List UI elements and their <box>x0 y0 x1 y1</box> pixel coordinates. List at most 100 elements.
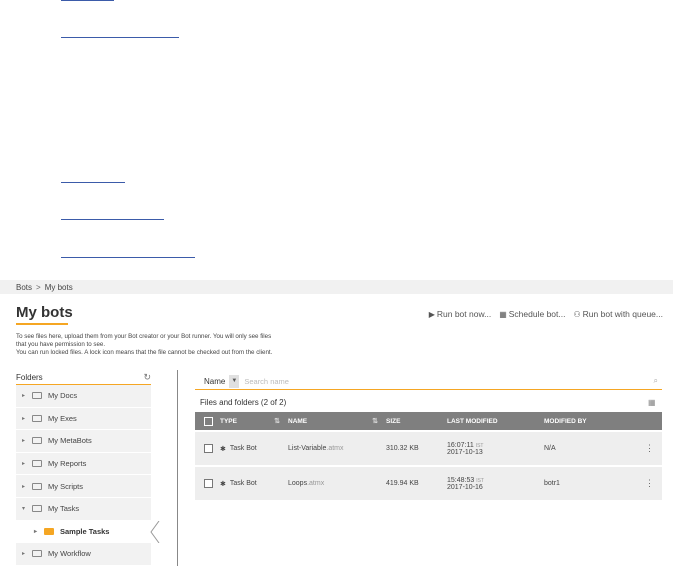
run-bot-now-label: Run bot now... <box>436 309 492 319</box>
folder-my-workflow[interactable]: ▸ My Workflow <box>16 543 151 566</box>
chevron-down-icon[interactable]: ▾ <box>22 505 32 512</box>
schedule-bot-label: Schedule bot... <box>508 309 566 319</box>
folder-label: My Workflow <box>48 549 91 559</box>
more-options-icon[interactable]: ⋮ <box>645 443 657 454</box>
grid-view-icon[interactable]: ▦ <box>648 398 656 407</box>
table-row[interactable]: ✱ Task Bot List-Variable .atmx 310.32 KB … <box>195 432 662 465</box>
help-line: that you have permission to see. <box>16 341 106 348</box>
files-table: TYPE ⇅ NAME ⇅ SIZE LAST MODIFIED MODIFIE… <box>195 412 662 500</box>
folder-my-reports[interactable]: ▸ My Reports <box>16 452 151 476</box>
folder-open-icon <box>32 505 42 513</box>
header-actions: ▶ Run bot now... ▦ Schedule bot... ⚇ Run… <box>429 309 663 319</box>
search-input[interactable] <box>244 376 654 386</box>
column-header-name[interactable]: NAME <box>288 418 307 425</box>
folder-label: My MetaBots <box>48 436 92 446</box>
folder-my-metabots[interactable]: ▸ My MetaBots <box>16 430 151 453</box>
chevron-right-icon[interactable]: ▸ <box>22 415 32 422</box>
help-text: To see files here, upload them from your… <box>16 333 316 357</box>
folder-label: My Docs <box>48 391 78 401</box>
folder-label: Sample Tasks <box>60 526 110 536</box>
queue-icon: ⚇ <box>573 309 581 319</box>
task-bot-icon: ✱ <box>220 445 226 453</box>
folder-icon <box>32 414 42 422</box>
folder-icon <box>32 437 42 445</box>
folder-icon <box>32 460 42 468</box>
chevron-right-icon[interactable]: ▸ <box>22 392 32 399</box>
run-bot-now-button[interactable]: ▶ Run bot now... <box>429 309 492 319</box>
sort-icon[interactable]: ⇅ <box>372 417 378 425</box>
row-type: Task Bot <box>229 480 257 487</box>
link-underline[interactable] <box>61 0 114 1</box>
row-date: 2017-10-16 <box>447 483 483 491</box>
refresh-icon[interactable]: ↻ <box>143 372 151 383</box>
run-bot-with-queue-button[interactable]: ⚇ Run bot with queue... <box>573 309 663 319</box>
folder-icon <box>32 482 42 490</box>
folder-my-docs[interactable]: ▸ My Docs <box>16 385 151 408</box>
folder-icon <box>32 392 42 400</box>
row-time: 16:07:11 <box>447 441 474 449</box>
folder-my-tasks[interactable]: ▾ My Tasks <box>16 497 151 521</box>
row-checkbox[interactable] <box>204 444 213 453</box>
link-underline[interactable] <box>61 219 164 220</box>
help-line: To see files here, upload them from your… <box>16 333 272 340</box>
link-underline[interactable] <box>61 182 125 183</box>
row-ext: .atmx <box>307 480 325 487</box>
link-underline[interactable] <box>61 257 195 258</box>
files-count-title: Files and folders (2 of 2) <box>200 398 287 407</box>
folder-icon <box>32 550 42 558</box>
run-bot-with-queue-label: Run bot with queue... <box>582 309 663 319</box>
row-name[interactable]: List-Variable <box>288 445 326 452</box>
row-modified-by: N/A <box>544 445 556 452</box>
title-underline <box>16 323 68 325</box>
breadcrumb-current: My bots <box>44 283 73 292</box>
row-size: 419.94 KB <box>386 480 419 487</box>
help-line: You can run locked files. A lock icon me… <box>16 349 273 356</box>
folder-tree: ▸ My Docs ▸ My Exes ▸ My MetaBots ▸ My R… <box>16 385 151 566</box>
folders-header: Folders ↻ <box>16 370 151 384</box>
folder-label: My Exes <box>48 413 77 423</box>
table-row[interactable]: ✱ Task Bot Loops .atmx 419.94 KB 15:48:53… <box>195 467 662 500</box>
more-options-icon[interactable]: ⋮ <box>645 478 657 489</box>
calendar-icon: ▦ <box>499 309 507 319</box>
breadcrumb-bar <box>0 280 673 294</box>
folder-icon <box>44 527 54 535</box>
row-date: 2017-10-13 <box>447 448 483 456</box>
search-icon[interactable]: ⌕ <box>654 376 662 386</box>
task-bot-icon: ✱ <box>220 480 226 488</box>
chevron-right-icon[interactable]: ▸ <box>34 528 44 535</box>
column-header-size[interactable]: SIZE <box>386 418 400 425</box>
folder-label: My Scripts <box>48 481 84 491</box>
link-underline[interactable] <box>61 37 179 38</box>
chevron-down-icon[interactable]: ▼ <box>229 374 240 388</box>
row-size: 310.32 KB <box>386 445 419 452</box>
chevron-right-icon[interactable]: ▸ <box>22 437 32 444</box>
chevron-right-icon[interactable]: ▸ <box>22 550 32 557</box>
column-header-last-modified[interactable]: LAST MODIFIED <box>447 418 498 425</box>
panel-divider <box>177 370 178 566</box>
folder-my-scripts[interactable]: ▸ My Scripts <box>16 475 151 498</box>
search-field-select[interactable]: Name ▼ <box>195 374 240 389</box>
schedule-bot-button[interactable]: ▦ Schedule bot... <box>499 309 565 319</box>
folder-label: My Tasks <box>48 504 80 514</box>
row-ext: .atmx <box>326 445 344 452</box>
page-title: My bots <box>16 304 73 321</box>
column-header-type[interactable]: TYPE <box>220 418 237 425</box>
search-field-label: Name <box>204 376 226 386</box>
column-header-modified-by[interactable]: MODIFIED BY <box>544 418 587 425</box>
sort-icon[interactable]: ⇅ <box>274 417 280 425</box>
breadcrumb: Bots > My bots <box>16 283 73 292</box>
row-type: Task Bot <box>229 445 257 452</box>
folders-title: Folders <box>16 372 43 382</box>
row-name[interactable]: Loops <box>288 480 307 487</box>
breadcrumb-root[interactable]: Bots <box>16 283 32 292</box>
play-icon: ▶ <box>428 309 435 319</box>
folder-my-exes[interactable]: ▸ My Exes <box>16 407 151 431</box>
folder-label: My Reports <box>48 459 87 469</box>
row-modified-by: botr1 <box>544 480 560 487</box>
search-bar: Name ▼ ⌕ <box>195 373 662 390</box>
row-checkbox[interactable] <box>204 479 213 488</box>
select-all-checkbox[interactable] <box>204 416 213 426</box>
chevron-right-icon[interactable]: ▸ <box>22 460 32 467</box>
chevron-right-icon[interactable]: ▸ <box>22 483 32 490</box>
folder-sample-tasks[interactable]: ▸ Sample Tasks <box>16 520 151 544</box>
